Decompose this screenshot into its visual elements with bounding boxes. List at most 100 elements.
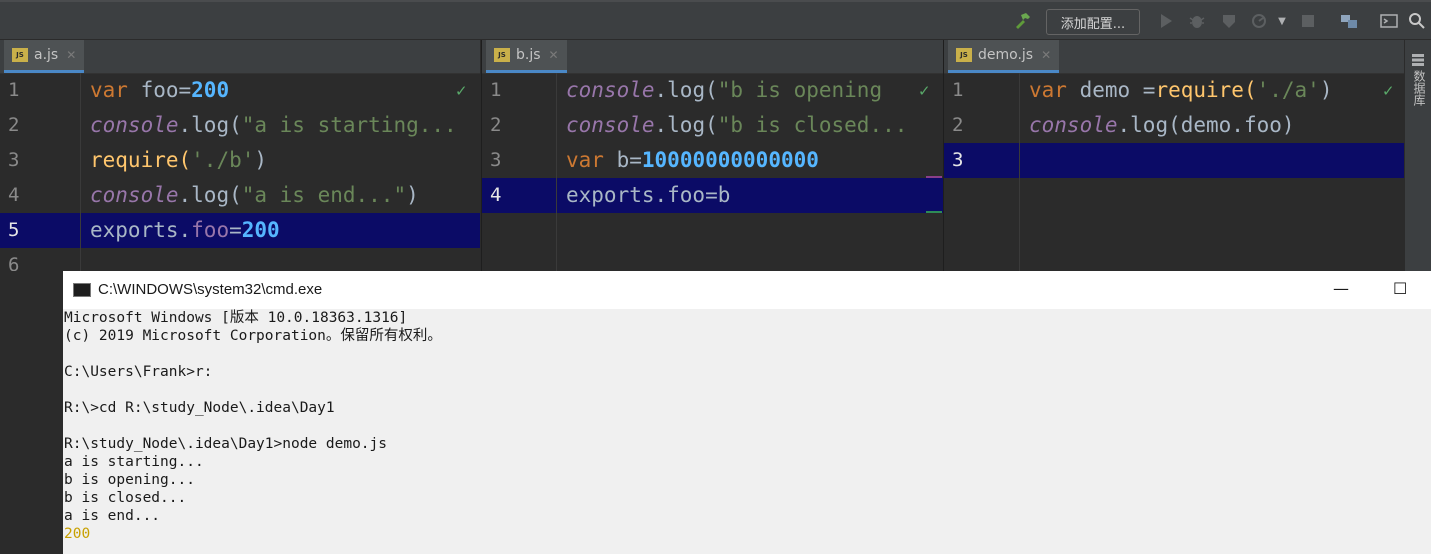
code-token: console (90, 183, 179, 207)
console-line: (c) 2019 Microsoft Corporation。保留所有权利。 (64, 328, 442, 344)
code-token: = (629, 148, 642, 172)
code-token: exports. (90, 218, 192, 242)
console-line: R:\study_Node\.idea\Day1>node demo.js (64, 436, 388, 452)
line-number: 2 (490, 114, 502, 136)
code-line: console.log("a is starting... (90, 108, 457, 143)
search-icon[interactable] (1406, 2, 1428, 40)
run-icon[interactable] (1156, 2, 1176, 40)
console-line: 200 (64, 526, 91, 542)
tab-demo-js[interactable]: JS demo.js ✕ (948, 40, 1060, 73)
code-token: require( (90, 148, 192, 172)
editor-pane-a-js: JS a.js ✕ 1 2 3 4 5 6 var foo=200 console… (0, 40, 480, 271)
code-token: "a is starting... (241, 113, 457, 137)
line-number: 5 (8, 219, 20, 241)
code-token: var (566, 148, 617, 172)
js-file-icon: JS (956, 48, 972, 62)
change-marker (926, 176, 942, 178)
code-line: exports.foo=b (566, 178, 730, 213)
code-token: foo= (140, 78, 192, 102)
tab-label: demo.js (978, 47, 1034, 63)
line-number-gutter: 1 2 3 (944, 73, 1020, 271)
line-number: 6 (8, 254, 20, 271)
code-line: exports.foo=200 (90, 213, 280, 248)
database-tool-tab[interactable]: 数据库 (1411, 70, 1428, 106)
tab-bar: JS a.js ✕ (0, 40, 480, 74)
console-line: C:\Users\Frank>r: (64, 364, 213, 380)
code-token: .log( (654, 78, 718, 102)
main-toolbar: 添加配置... ▼ (0, 0, 1431, 40)
code-line: console.log("b is closed... (566, 108, 907, 143)
line-number: 2 (952, 114, 964, 136)
close-tab-icon[interactable]: ✕ (549, 48, 559, 62)
code-token: b (616, 148, 630, 172)
code-token: ) (406, 183, 419, 207)
js-file-icon: JS (12, 48, 28, 62)
tab-b-js[interactable]: JS b.js ✕ (486, 40, 567, 73)
line-number: 4 (490, 184, 502, 206)
code-token: ) (254, 148, 268, 172)
maximize-button[interactable]: ☐ (1393, 279, 1407, 298)
code-token: "a is end..." (241, 183, 407, 207)
code-token: require( (1155, 78, 1257, 102)
line-number: 3 (8, 149, 20, 171)
minimize-button[interactable]: — (1333, 279, 1349, 298)
console-line: a is starting... (64, 454, 204, 470)
tab-bar: JS b.js ✕ (482, 40, 943, 74)
no-problems-check-icon[interactable]: ✓ (455, 82, 468, 100)
line-number: 2 (8, 114, 20, 136)
code-token: foo (191, 218, 230, 242)
editor-pane-demo-js: JS demo.js ✕ 1 2 3 var demo =require('./… (943, 40, 1405, 271)
more-run-options-chevron-icon[interactable]: ▼ (1274, 2, 1290, 40)
code-line: console.log(demo.foo) (1029, 108, 1295, 143)
change-marker (926, 211, 942, 213)
code-area[interactable]: var foo=200 console.log("a is starting...… (80, 73, 480, 271)
code-token: 200 (241, 218, 280, 242)
code-token: var (1029, 78, 1080, 102)
code-token: .log( (654, 113, 718, 137)
js-file-icon: JS (494, 48, 510, 62)
tab-a-js[interactable]: JS a.js ✕ (4, 40, 85, 73)
profile-icon[interactable] (1248, 2, 1270, 40)
no-problems-check-icon[interactable]: ✓ (918, 82, 931, 100)
debug-icon[interactable] (1186, 2, 1208, 40)
coverage-icon[interactable] (1218, 2, 1240, 40)
console-line: b is opening... (64, 472, 195, 488)
code-token: console (566, 78, 655, 102)
stop-icon[interactable] (1298, 2, 1318, 40)
code-token: "b is opening (717, 78, 883, 102)
console-line: b is closed... (64, 490, 187, 506)
code-token: .log( (178, 113, 242, 137)
code-token: .log(demo.foo) (1117, 113, 1295, 137)
code-token: "b is closed... (717, 113, 908, 137)
code-token: ) (1319, 78, 1333, 102)
database-icon[interactable] (1410, 52, 1426, 66)
code-line: require('./b') (90, 143, 267, 178)
code-line: var b=10000000000000 (566, 143, 819, 178)
terminal-icon[interactable] (1378, 2, 1400, 40)
run-config-dropdown[interactable]: 添加配置... (1046, 9, 1140, 35)
close-tab-icon[interactable]: ✕ (66, 48, 76, 62)
project-structure-icon[interactable] (1338, 2, 1360, 40)
console-line: R:\>cd R:\study_Node\.idea\Day1 (64, 400, 335, 416)
build-hammer-icon[interactable] (1010, 2, 1034, 40)
no-problems-check-icon[interactable]: ✓ (1382, 82, 1395, 100)
code-token: console (566, 113, 655, 137)
code-token: demo (1079, 78, 1143, 102)
code-token: 10000000000000 (641, 148, 819, 172)
cmd-title-bar[interactable]: C:\WINDOWS\system32\cmd.exe — ☐ (63, 271, 1431, 309)
close-tab-icon[interactable]: ✕ (1041, 48, 1051, 62)
line-number: 1 (8, 79, 20, 101)
cmd-output[interactable]: Microsoft Windows [版本 10.0.18363.1316] (… (63, 309, 1431, 554)
code-line: var demo =require('./a') (1029, 73, 1332, 108)
console-line: Microsoft Windows [版本 10.0.18363.1316] (64, 310, 408, 326)
tab-label: b.js (516, 47, 541, 63)
code-area[interactable]: var demo =require('./a') console.log(demo… (1019, 73, 1405, 271)
code-token: = (229, 218, 242, 242)
code-token: console (1029, 113, 1118, 137)
code-area[interactable]: console.log("b is opening console.log("b … (556, 73, 943, 271)
line-number: 3 (490, 149, 502, 171)
line-number-gutter: 1 2 3 4 (482, 73, 557, 271)
cmd-title: C:\WINDOWS\system32\cmd.exe (98, 281, 323, 298)
